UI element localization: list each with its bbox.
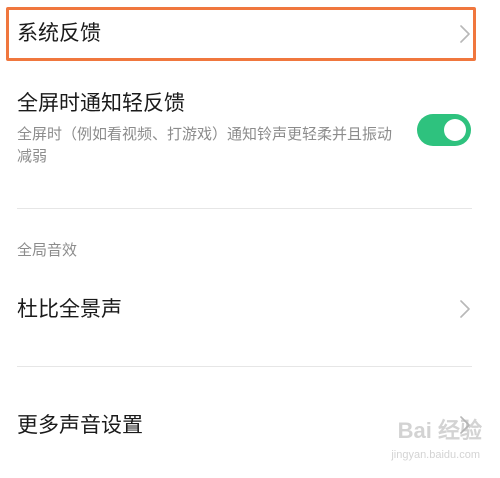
dolby-atmos-title: 杜比全景声: [17, 297, 122, 321]
more-sound-settings-title: 更多声音设置: [17, 413, 143, 437]
fullscreen-notify-description: 全屏时（例如看视频、打游戏）通知铃声更轻柔并且振动减弱: [17, 125, 393, 165]
divider: [17, 366, 472, 367]
global-sound-section-header: 全局音效: [17, 241, 78, 259]
watermark-main-text: Bai 经验: [397, 418, 482, 443]
toggle-knob: [444, 119, 466, 141]
dolby-atmos-row[interactable]: 杜比全景声: [0, 280, 500, 340]
divider: [17, 208, 472, 209]
fullscreen-notify-toggle[interactable]: [417, 114, 471, 146]
system-feedback-row[interactable]: 系统反馈: [0, 7, 500, 65]
chevron-right-icon: [460, 300, 470, 318]
chevron-right-icon: [460, 25, 470, 43]
fullscreen-notify-row: 全屏时通知轻反馈 全屏时（例如看视频、打游戏）通知铃声更轻柔并且振动减弱: [0, 80, 500, 208]
baidu-jingyan-watermark: Bai 经验 jingyan.baidu.com: [362, 418, 482, 472]
system-feedback-title: 系统反馈: [17, 21, 101, 45]
fullscreen-notify-title: 全屏时通知轻反馈: [17, 91, 185, 115]
watermark-sub-text: jingyan.baidu.com: [391, 449, 480, 461]
